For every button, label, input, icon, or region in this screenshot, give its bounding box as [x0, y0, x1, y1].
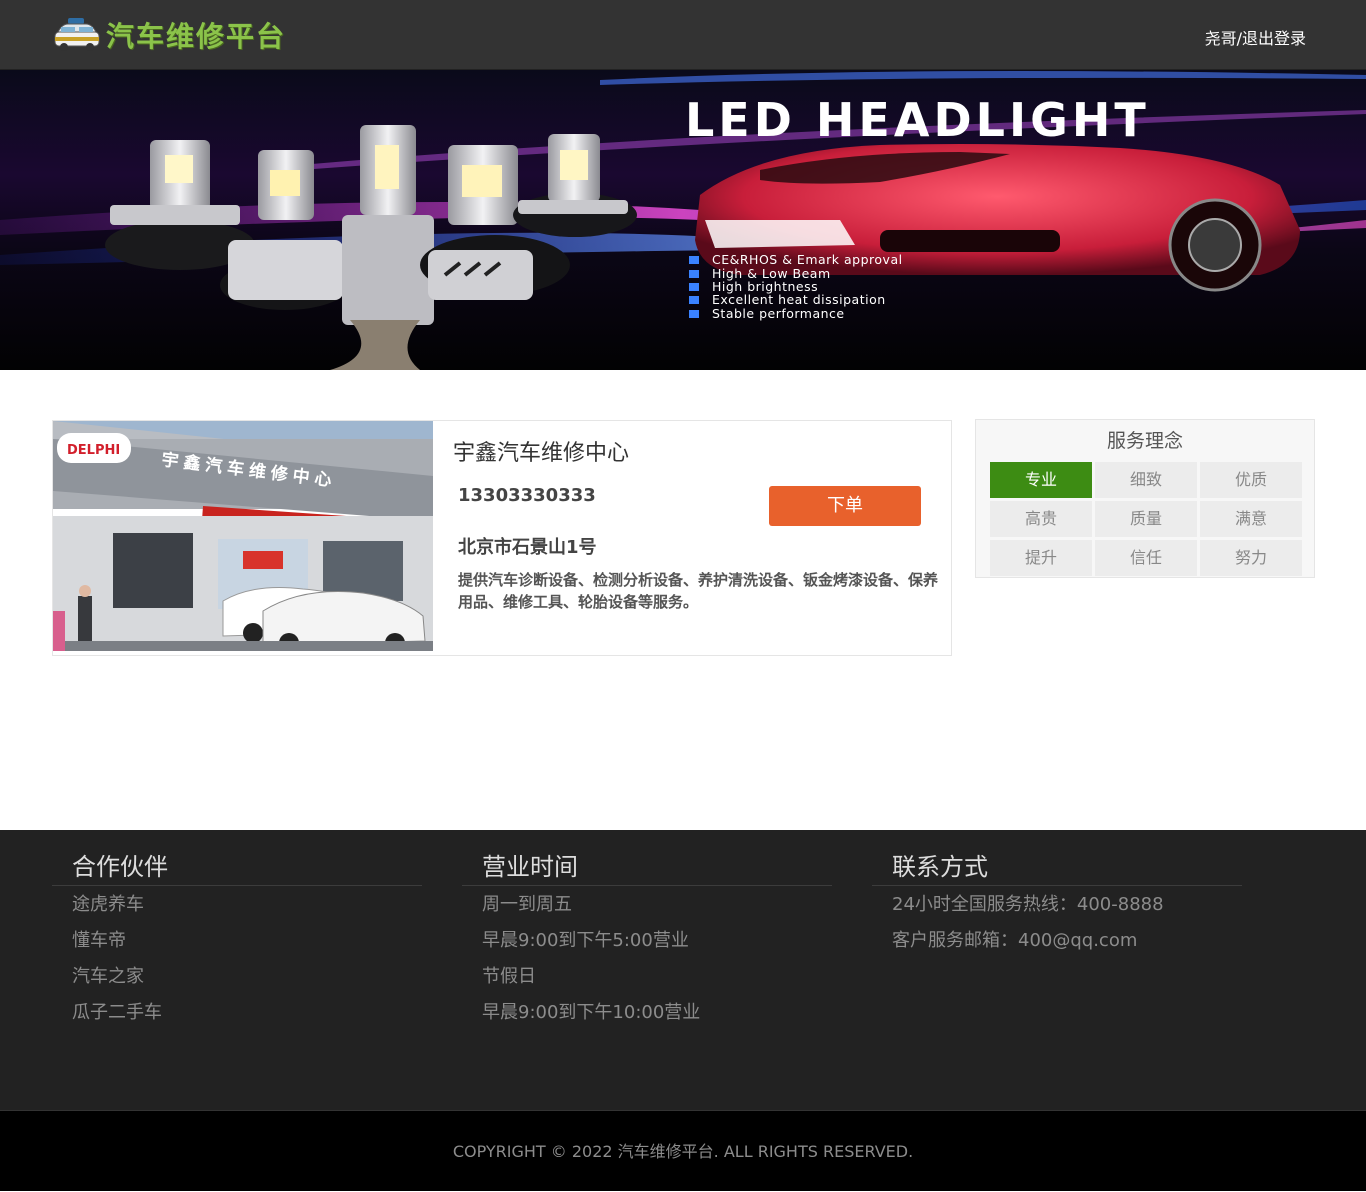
hero-banner: LED HEADLIGHT CE&RHOS & Emark approval H…: [0, 70, 1366, 370]
user-links: 尧哥/退出登录: [1205, 25, 1306, 49]
delphi-logo-text: DELPHI: [67, 443, 120, 458]
logo-title: 汽车维修平台: [106, 20, 287, 53]
service-tag[interactable]: 高贵: [990, 501, 1092, 537]
order-button[interactable]: 下单: [769, 486, 921, 526]
logout-link[interactable]: 退出登录: [1242, 29, 1306, 48]
service-tags-grid: 专业 细致 优质 高贵 质量 满意 提升 信任 努力: [990, 462, 1302, 576]
site-footer: 合作伙伴 途虎养车 懂车帝 汽车之家 瓜子二手车 营业时间 周一到周五 早晨9:…: [0, 830, 1366, 1110]
service-tag[interactable]: 努力: [1200, 540, 1302, 576]
footer-partners: 合作伙伴 途虎养车 懂车帝 汽车之家 瓜子二手车: [52, 850, 422, 1036]
copyright-bar: COPYRIGHT © 2022 汽车维修平台. ALL RIGHTS RESE…: [0, 1110, 1366, 1191]
footer-contact: 联系方式 24小时全国服务热线：400-8888 客户服务邮箱：400@qq.c…: [872, 850, 1242, 964]
banner-feature: Stable performance: [712, 306, 845, 321]
hours-item: 早晨9:00到下午5:00营业: [482, 930, 689, 951]
taxi-car-icon: [52, 16, 102, 54]
hours-item: 早晨9:00到下午10:00营业: [482, 1002, 701, 1023]
username-link[interactable]: 尧哥: [1205, 29, 1237, 48]
shop-description: 提供汽车诊断设备、检测分析设备、养护清洗设备、钣金烤漆设备、保养用品、维修工具、…: [458, 571, 939, 611]
service-tag[interactable]: 专业: [990, 462, 1092, 498]
site-logo[interactable]: 汽车维修平台: [52, 10, 286, 60]
partner-link[interactable]: 瓜子二手车: [72, 1000, 422, 1036]
partner-link[interactable]: 懂车帝: [72, 928, 422, 964]
hours-item: 节假日: [482, 966, 536, 987]
service-tag[interactable]: 满意: [1200, 501, 1302, 537]
service-tag[interactable]: 质量: [1095, 501, 1197, 537]
top-navbar: 汽车维修平台 尧哥/退出登录: [0, 0, 1366, 70]
footer-partners-title: 合作伙伴: [52, 850, 422, 886]
footer-hours-title: 营业时间: [462, 850, 832, 886]
footer-hours: 营业时间 周一到周五 早晨9:00到下午5:00营业 节假日 早晨9:00到下午…: [462, 850, 832, 1036]
service-philosophy-panel: 服务理念 专业 细致 优质 高贵 质量 满意 提升 信任 努力: [975, 419, 1315, 578]
contact-email: 客户服务邮箱：400@qq.com: [892, 930, 1138, 951]
hours-item: 周一到周五: [482, 894, 572, 915]
footer-contact-title: 联系方式: [872, 850, 1242, 886]
banner-feature: Excellent heat dissipation: [712, 292, 886, 307]
shop-name[interactable]: 宇鑫汽车维修中心: [453, 435, 629, 467]
shop-phone: 13303330333: [458, 485, 596, 506]
service-tag[interactable]: 提升: [990, 540, 1092, 576]
service-tag[interactable]: 优质: [1200, 462, 1302, 498]
service-panel-title: 服务理念: [1106, 430, 1183, 452]
shop-address: 北京市石景山1号: [458, 537, 597, 558]
repair-shop-card: DELPHI 宇鑫汽车维修中心 宇鑫汽车维修中心 13303330333 北京市…: [52, 420, 952, 656]
banner-headline: LED HEADLIGHT: [685, 93, 1150, 147]
contact-hotline: 24小时全国服务热线：400-8888: [892, 894, 1164, 915]
service-tag[interactable]: 细致: [1095, 462, 1197, 498]
service-tag[interactable]: 信任: [1095, 540, 1197, 576]
banner-feature: CE&RHOS & Emark approval: [712, 252, 903, 267]
partner-link[interactable]: 途虎养车: [72, 892, 422, 928]
shop-photo[interactable]: DELPHI 宇鑫汽车维修中心: [53, 421, 433, 651]
partner-link[interactable]: 汽车之家: [72, 964, 422, 1000]
